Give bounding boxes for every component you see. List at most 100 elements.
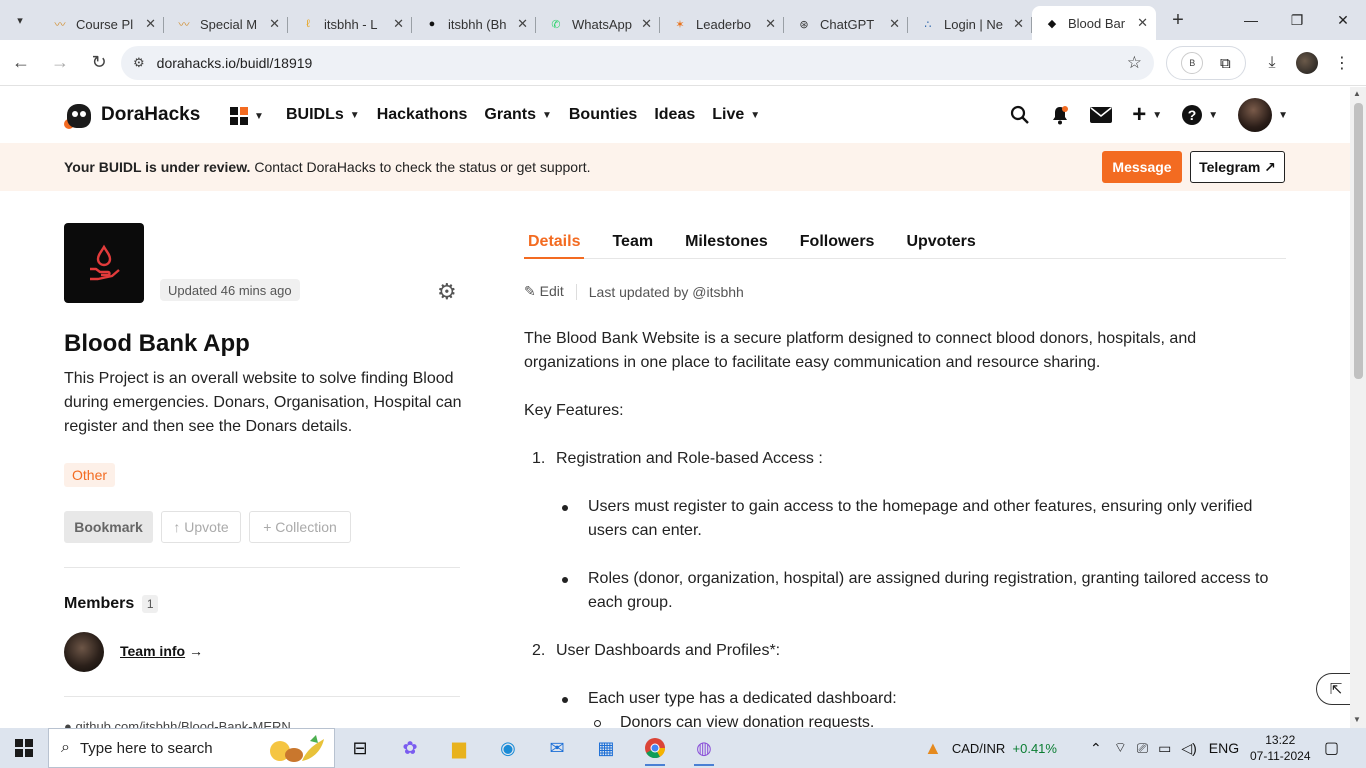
notification-bell-icon[interactable]	[1050, 105, 1070, 125]
browser-tab[interactable]: ◆ Blood Bar ✕	[1032, 6, 1156, 40]
nav-link-grants[interactable]: Grants ▼	[484, 106, 551, 124]
profile-button[interactable]	[1296, 46, 1318, 80]
page-content: DoraHacks ▼ BUIDLs ▼ Hackathons Grants ▼ Boun…	[0, 87, 1350, 728]
browser-tab[interactable]: ● itsbhh (Bh ✕	[412, 8, 536, 40]
scroll-up-icon[interactable]: ▲	[1353, 89, 1361, 98]
message-button[interactable]: Message	[1102, 151, 1182, 183]
bookmark-star-icon[interactable]: ☆	[1127, 53, 1142, 73]
user-menu-button[interactable]: ▼	[1238, 98, 1288, 132]
tab-title: WhatsApp	[572, 16, 632, 32]
settings-gear-icon[interactable]: ⚙	[437, 279, 457, 305]
edge-button[interactable]: ◉	[488, 732, 528, 764]
store-button[interactable]: ▦	[586, 732, 626, 764]
nav-link-bounties[interactable]: Bounties	[569, 106, 637, 124]
address-bar[interactable]: ⚙ dorahacks.io/buidl/18919 ☆	[121, 46, 1154, 80]
chart-icon: ▲	[924, 737, 942, 758]
close-tab-icon[interactable]: ✕	[517, 16, 528, 32]
create-button[interactable]: + ▼	[1132, 101, 1162, 129]
reload-button[interactable]: ↻	[81, 45, 117, 81]
site-header: DoraHacks ▼ BUIDLs ▼ Hackathons Grants ▼ Boun…	[0, 87, 1350, 143]
minimize-button[interactable]: —	[1228, 0, 1274, 40]
nav-link-hackathons[interactable]: Hackathons	[377, 106, 468, 124]
close-window-button[interactable]: ✕	[1320, 0, 1366, 40]
vpn-icon[interactable]: ⎚	[1137, 740, 1148, 757]
browser-tab[interactable]: 〰 Special M ✕	[164, 8, 288, 40]
tab-upvoters[interactable]: Upvoters	[902, 231, 979, 259]
clock[interactable]: 13:22 07-11-2024	[1250, 728, 1311, 768]
add-collection-button[interactable]: + Collection	[249, 511, 351, 543]
extension-b-icon[interactable]: B	[1181, 52, 1204, 74]
browser-tab[interactable]: ⊛ ChatGPT ✕	[784, 8, 908, 40]
browser-tab[interactable]: 〰 Course Pl ✕	[40, 8, 164, 40]
close-tab-icon[interactable]: ✕	[641, 16, 652, 32]
team-info-link[interactable]: Team info →	[120, 643, 203, 659]
upvote-button[interactable]: ↑ Upvote	[161, 511, 241, 543]
new-tab-button[interactable]: +	[1162, 4, 1194, 36]
battery-icon[interactable]: ▭	[1158, 740, 1171, 757]
browser-tab[interactable]: ✆ WhatsApp ✕	[536, 8, 660, 40]
back-button[interactable]: ←	[3, 45, 39, 81]
close-tab-icon[interactable]: ✕	[765, 16, 776, 32]
puzzle-icon[interactable]: ⧉	[1220, 55, 1231, 72]
copilot-button[interactable]: ✿	[390, 732, 430, 764]
close-tab-icon[interactable]: ✕	[1137, 15, 1148, 31]
volume-icon[interactable]: ◁)	[1181, 740, 1196, 757]
edit-button[interactable]: ✎ Edit	[524, 283, 564, 300]
notification-center-button[interactable]: ▢	[1324, 728, 1339, 768]
chrome-button[interactable]	[635, 732, 675, 766]
tab-team[interactable]: Team	[608, 231, 657, 259]
apps-menu-button[interactable]: ▼	[230, 107, 264, 125]
share-button[interactable]: ⇱	[1316, 673, 1350, 705]
close-tab-icon[interactable]: ✕	[269, 16, 280, 32]
chrome-menu-button[interactable]: ⋮	[1332, 46, 1352, 80]
restore-button[interactable]: ❐	[1274, 0, 1320, 40]
currency-widget[interactable]: ▲ CAD/INR +0.41%	[924, 728, 1057, 768]
divider	[64, 696, 460, 697]
chevron-down-icon: ▼	[1208, 109, 1219, 121]
scrollbar-thumb[interactable]	[1354, 103, 1363, 379]
nav-link-live[interactable]: Live ▼	[712, 106, 760, 124]
tab-milestones[interactable]: Milestones	[681, 231, 772, 259]
tab-search-button[interactable]: ▾	[0, 0, 40, 40]
close-tab-icon[interactable]: ✕	[393, 16, 404, 32]
browser-tab[interactable]: ℓ itsbhh - L ✕	[288, 8, 412, 40]
category-tag[interactable]: Other	[64, 463, 116, 487]
main-nav: BUIDLs ▼ Hackathons Grants ▼ Bounties Ideas Liv…	[286, 87, 777, 143]
close-tab-icon[interactable]: ✕	[145, 16, 156, 32]
network-icon[interactable]: ⌔	[1114, 739, 1127, 757]
download-button[interactable]: ⤓	[1262, 46, 1282, 80]
language-indicator[interactable]: ENG	[1209, 740, 1239, 756]
github-desktop-button[interactable]: ◍	[684, 732, 724, 766]
page-scrollbar[interactable]: ▲ ▼	[1350, 87, 1366, 728]
browser-tab[interactable]: ∴ Login | Ne ✕	[908, 8, 1032, 40]
repo-link[interactable]: ● github.com/itsbhh/Blood-Bank-MERN	[64, 719, 291, 728]
browser-tab[interactable]: ✶ Leaderbo ✕	[660, 8, 784, 40]
nav-link-buidls[interactable]: BUIDLs ▼	[286, 106, 360, 124]
nav-link-ideas[interactable]: Ideas	[654, 106, 695, 124]
copilot-icon: ✿	[402, 737, 418, 758]
bookmark-button[interactable]: Bookmark	[64, 511, 153, 543]
mail-app-button[interactable]: ✉	[537, 732, 577, 764]
task-view-button[interactable]: ⊟	[340, 732, 380, 764]
member-avatar[interactable]	[64, 632, 104, 672]
telegram-button[interactable]: Telegram ↗	[1190, 151, 1285, 183]
taskbar-search[interactable]: ⌕ Type here to search	[48, 728, 335, 768]
last-updated-text: Last updated by @itsbhh	[588, 283, 744, 300]
file-explorer-button[interactable]: ▆	[439, 732, 479, 764]
close-tab-icon[interactable]: ✕	[1013, 16, 1024, 32]
site-info-icon[interactable]: ⚙	[133, 55, 145, 71]
tab-title: ChatGPT	[820, 16, 875, 32]
tab-followers[interactable]: Followers	[796, 231, 879, 259]
close-tab-icon[interactable]: ✕	[889, 16, 900, 32]
share-icon: ⇱	[1329, 681, 1343, 698]
scroll-down-icon[interactable]: ▼	[1353, 715, 1361, 724]
help-button[interactable]: ? ▼	[1182, 105, 1218, 125]
tab-details[interactable]: Details	[524, 231, 585, 259]
chevron-up-icon[interactable]: ⌃	[1090, 740, 1102, 757]
forward-button[interactable]: →	[42, 45, 78, 81]
start-button[interactable]	[0, 728, 48, 768]
dorahacks-logo[interactable]: DoraHacks	[64, 101, 200, 129]
search-icon[interactable]	[1010, 105, 1030, 125]
url-text[interactable]: dorahacks.io/buidl/18919	[157, 55, 1127, 71]
mail-icon[interactable]	[1090, 107, 1113, 123]
